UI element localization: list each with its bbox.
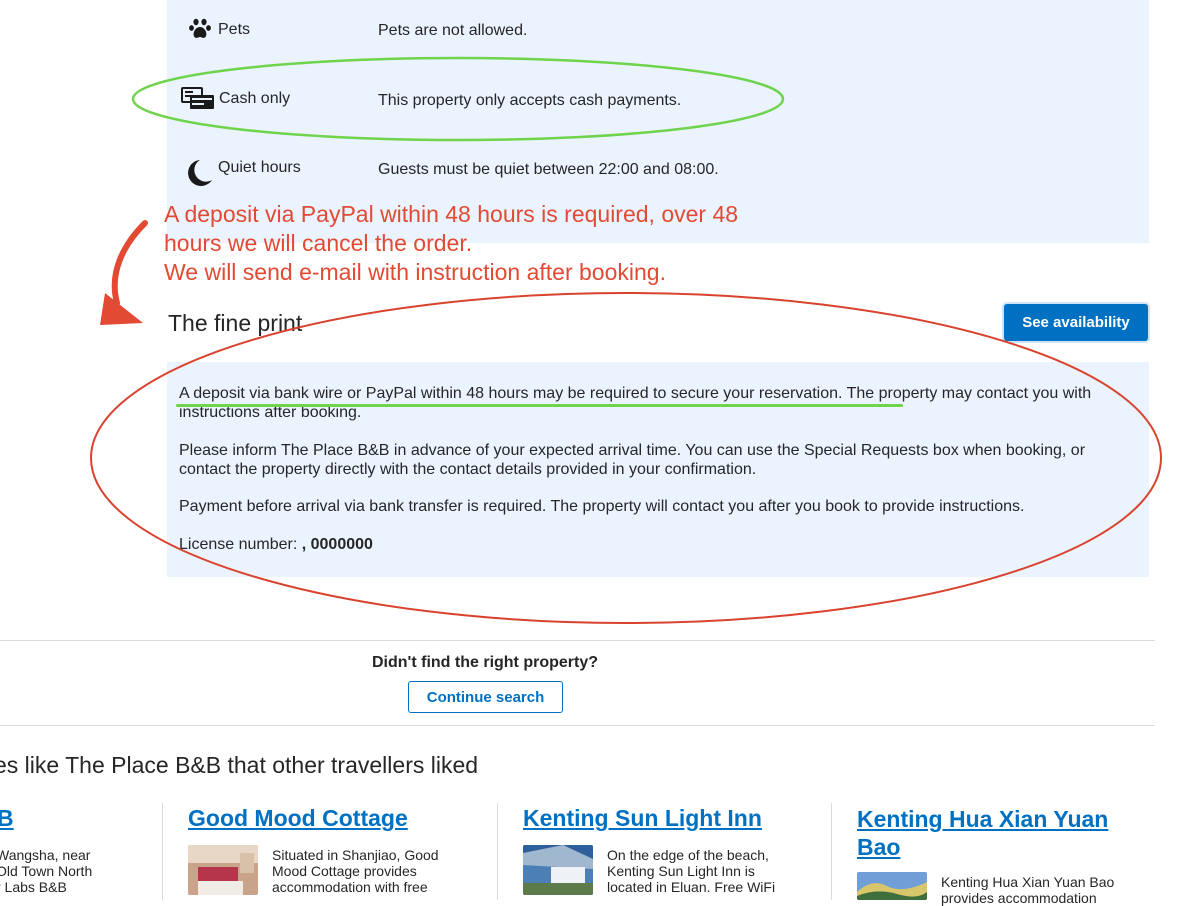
- divider: [0, 725, 1155, 726]
- property-card: Kenting Hua Xian Yuan Bao Kenting Hua Xi…: [857, 805, 1157, 906]
- property-description: On the edge of the beach, Kenting Sun Li…: [607, 847, 775, 895]
- search-question: Didn't find the right property?: [372, 654, 598, 671]
- property-title-link[interactable]: Kenting Sun Light Inn: [523, 805, 762, 832]
- property-card: Kenting Sun Light Inn On the edge of the…: [523, 805, 823, 900]
- rule-text: Guests must be quiet between 22:00 and 0…: [378, 161, 719, 178]
- property-description: Situated in Shanjiao, Good Mood Cottage …: [272, 847, 439, 895]
- property-thumbnail[interactable]: [523, 845, 593, 895]
- property-thumbnail[interactable]: [188, 845, 258, 895]
- rule-row-quiet-hours: Quiet hours Guests must be quiet between…: [167, 152, 1149, 192]
- property-description: Kenting Hua Xian Yuan Bao provides accom…: [941, 874, 1114, 906]
- moon-icon: [183, 158, 217, 192]
- rule-label: Pets: [218, 21, 251, 38]
- property-card: B Wangsha, near Old Town North r Labs B&…: [0, 805, 160, 900]
- description-line: provides accommodation: [941, 890, 1097, 906]
- rule-text: Pets are not allowed.: [378, 22, 528, 39]
- description-line: Mood Cottage provides: [272, 863, 417, 879]
- rule-row-pets: Pets Pets are not allowed.: [167, 14, 1149, 54]
- description-line: Wangsha, near: [0, 847, 91, 863]
- description-line: Kenting Sun Light Inn is: [607, 863, 755, 879]
- description-line: located in Eluan. Free WiFi: [607, 879, 776, 895]
- card-divider: [497, 803, 498, 900]
- description-line: On the edge of the beach,: [607, 847, 769, 863]
- rule-label: Quiet hours: [218, 159, 301, 176]
- title-line: Bao: [857, 834, 901, 860]
- paw-icon: [183, 14, 217, 48]
- property-title-link[interactable]: Kenting Hua Xian Yuan Bao: [857, 805, 1108, 861]
- description-line: Situated in Shanjiao, Good: [272, 847, 439, 863]
- annotation-line: hours we will cancel the order.: [164, 230, 473, 256]
- continue-search-button[interactable]: Continue search: [408, 681, 563, 713]
- description-line: accommodation with free: [272, 879, 428, 895]
- title-line: Kenting Hua Xian Yuan: [857, 806, 1109, 832]
- property-description: Wangsha, near Old Town North r Labs B&B: [0, 847, 92, 895]
- property-title-link[interactable]: B: [0, 805, 14, 832]
- annotation-line: We will send e-mail with instruction aft…: [164, 259, 666, 285]
- similar-properties-heading: erties like The Place B&B that other tra…: [0, 752, 479, 778]
- description-line: r Labs B&B: [0, 879, 67, 895]
- card-divider: [831, 803, 832, 900]
- highlight-ellipse-fine-print: [90, 292, 1162, 624]
- annotation-note: A deposit via PayPal within 48 hours is …: [164, 200, 924, 287]
- description-line: Old Town North: [0, 863, 93, 879]
- property-title-link[interactable]: Good Mood Cottage: [188, 805, 408, 832]
- annotation-line: A deposit via PayPal within 48 hours is …: [164, 201, 739, 227]
- description-line: Kenting Hua Xian Yuan Bao: [941, 874, 1115, 890]
- property-card: Good Mood Cottage Situated in Shanjiao, …: [188, 805, 488, 900]
- divider: [0, 640, 1155, 641]
- property-thumbnail[interactable]: [857, 872, 927, 900]
- highlight-ellipse-cash-only: [131, 56, 785, 142]
- card-divider: [162, 803, 163, 900]
